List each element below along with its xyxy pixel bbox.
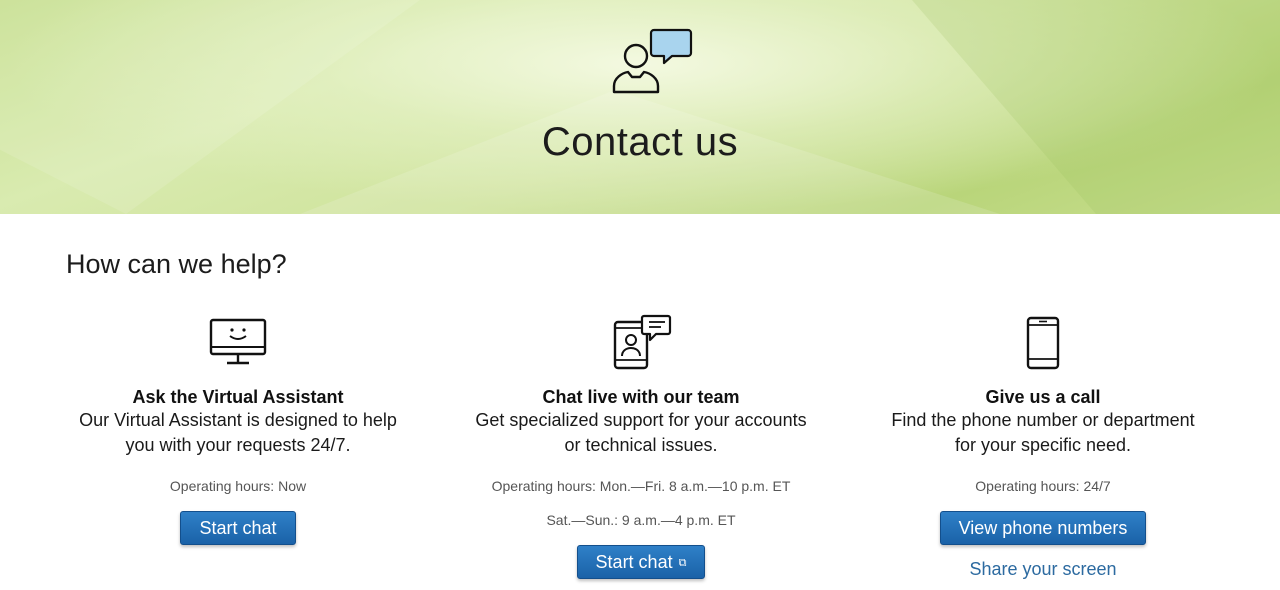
card-description-line: for your specific need. bbox=[954, 435, 1132, 455]
start-chat-virtual-assistant-button[interactable]: Start chat bbox=[180, 511, 296, 545]
card-description-line: Get specialized support for your account… bbox=[475, 410, 807, 430]
live-chat-card: Chat live with our team Get specialized … bbox=[441, 314, 841, 579]
popout-window-icon: ⧉ bbox=[678, 557, 687, 570]
view-phone-numbers-button[interactable]: View phone numbers bbox=[939, 511, 1147, 545]
card-description-line: or technical issues. bbox=[564, 435, 718, 455]
operating-hours: Operating hours: Now bbox=[169, 478, 307, 494]
hero-facet bbox=[0, 0, 420, 214]
card-description-line: Find the phone number or department bbox=[891, 410, 1195, 430]
hero-banner: Contact us bbox=[0, 0, 1280, 214]
start-chat-live-button[interactable]: Start chat ⧉ bbox=[576, 545, 706, 579]
card-heading: Chat live with our team bbox=[542, 387, 740, 407]
page-title: Contact us bbox=[541, 120, 739, 164]
monitor-smiley-icon bbox=[209, 318, 267, 365]
mobile-phone-icon bbox=[1026, 316, 1060, 370]
virtual-assistant-card: Ask the Virtual Assistant Our Virtual As… bbox=[38, 314, 438, 545]
share-your-screen-link[interactable]: Share your screen bbox=[969, 559, 1116, 580]
card-description-line: Our Virtual Assistant is designed to hel… bbox=[79, 410, 397, 430]
operating-hours: Operating hours: Mon.—Fri. 8 a.m.—10 p.m… bbox=[491, 478, 791, 494]
call-card: Give us a call Find the phone number or … bbox=[843, 314, 1243, 580]
button-label: Start chat bbox=[595, 552, 673, 572]
card-heading: Ask the Virtual Assistant bbox=[132, 387, 344, 407]
operating-hours: Operating hours: 24/7 bbox=[975, 478, 1111, 494]
card-heading: Give us a call bbox=[985, 387, 1101, 407]
card-description-line: you with your requests 24/7. bbox=[125, 435, 351, 455]
section-title: How can we help? bbox=[66, 249, 287, 279]
person-chat-bubble-icon bbox=[612, 28, 693, 94]
tablet-video-chat-icon bbox=[613, 314, 672, 370]
operating-hours-weekend: Sat.—Sun.: 9 a.m.—4 p.m. ET bbox=[546, 512, 736, 528]
